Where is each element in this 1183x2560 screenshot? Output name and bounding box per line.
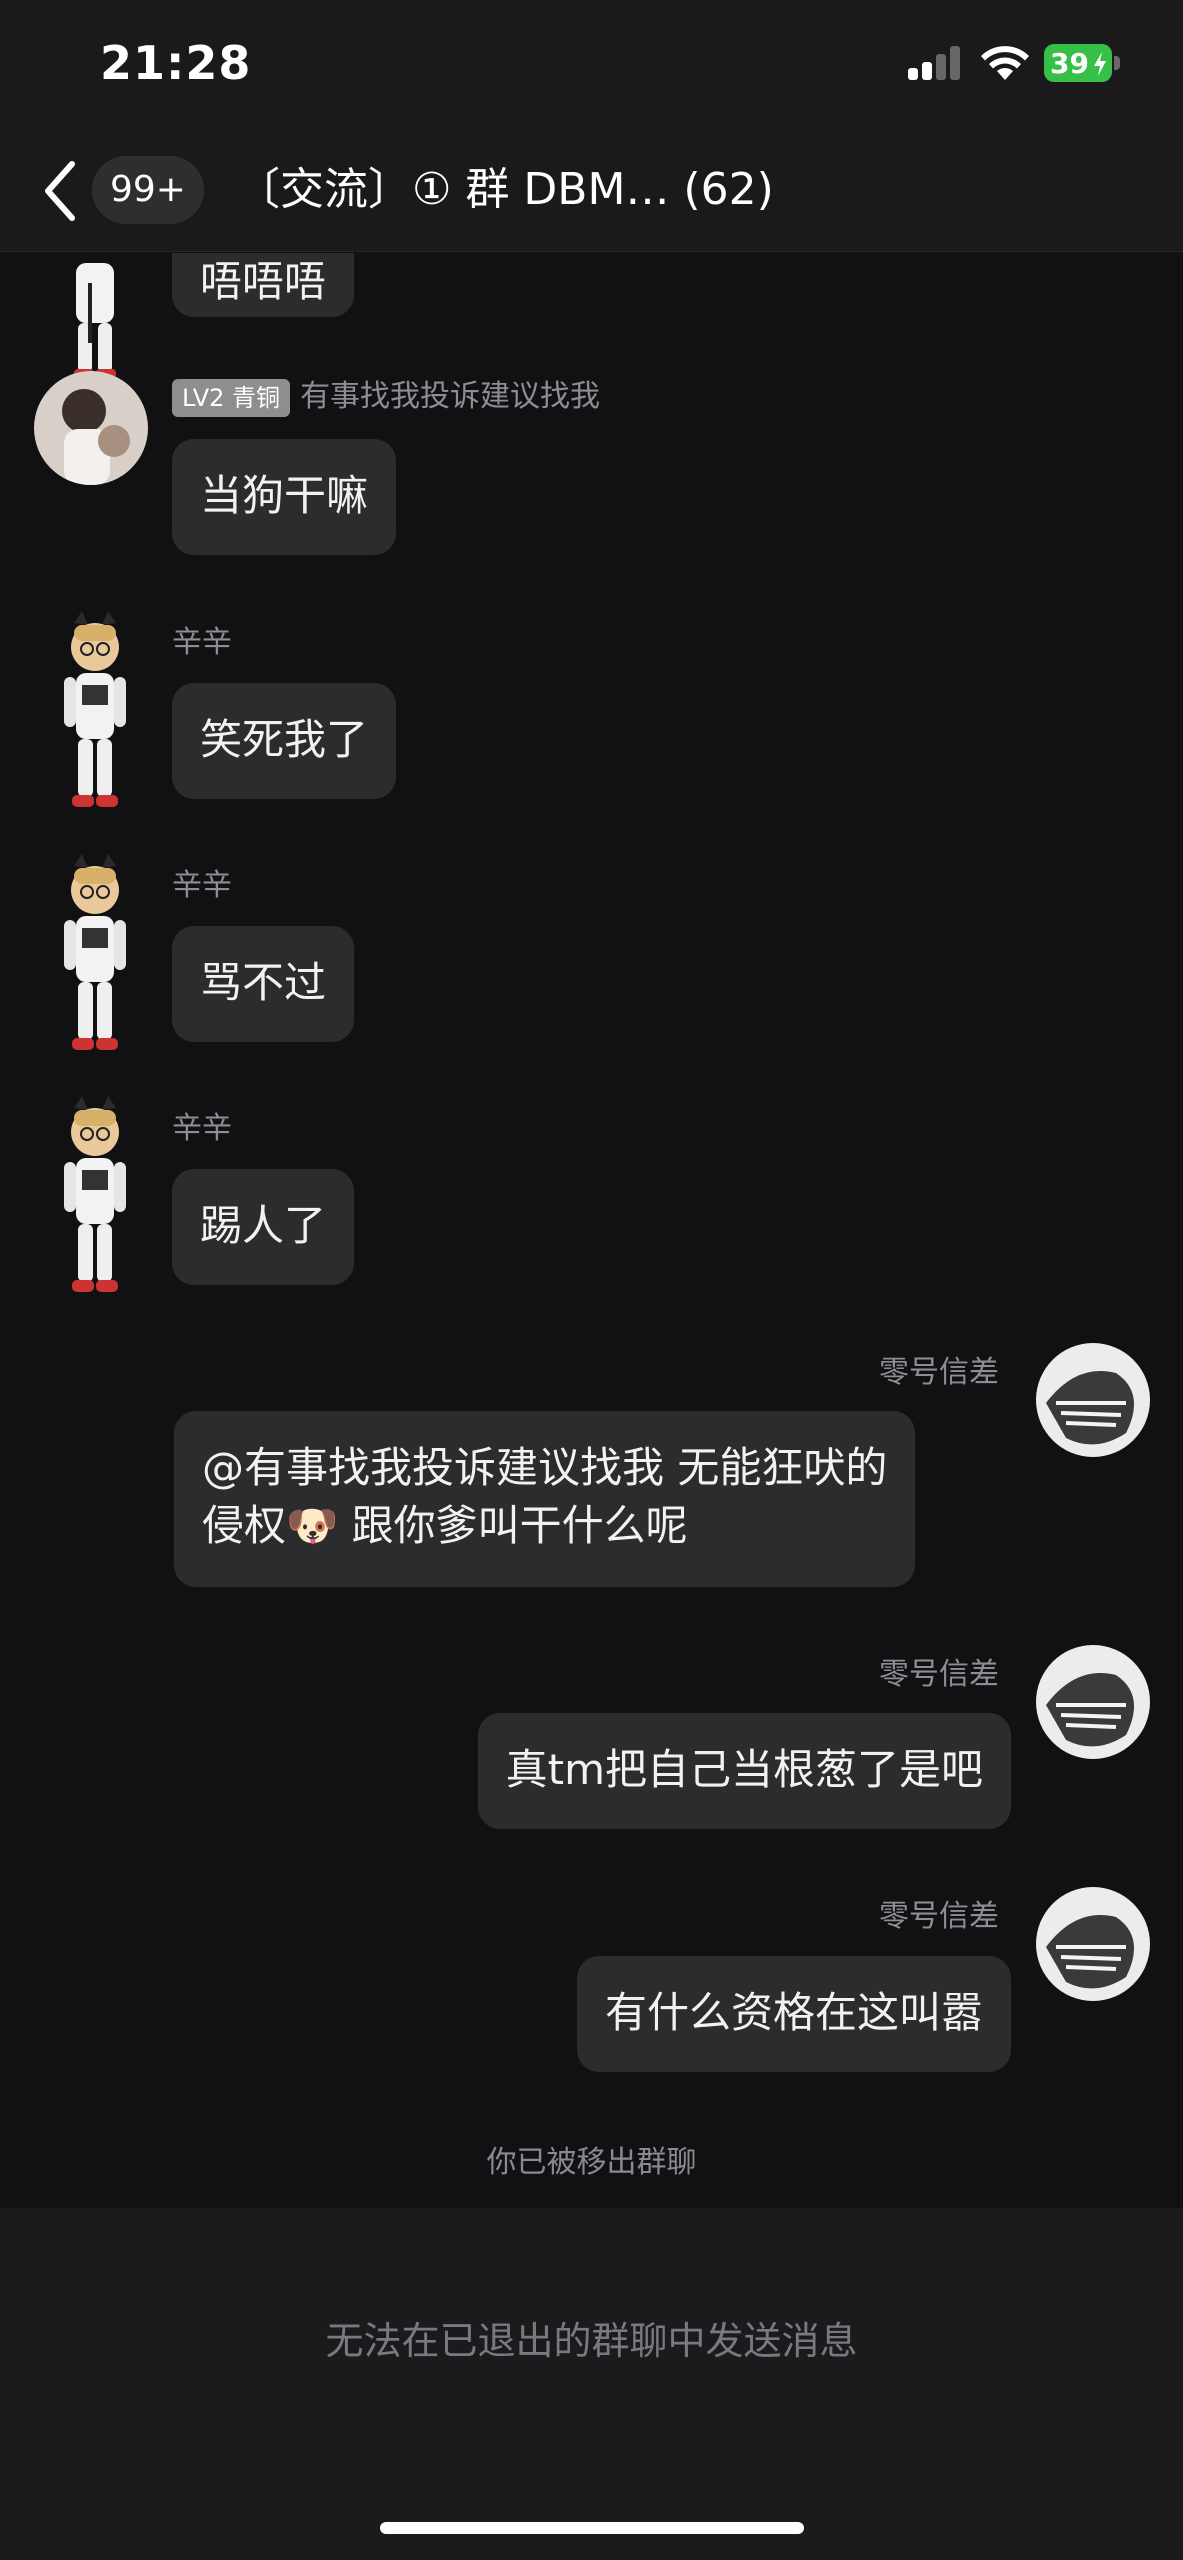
sender-name: 零号信差	[879, 1355, 999, 1390]
home-indicator[interactable]	[380, 2522, 804, 2534]
photo-avatar-icon[interactable]	[1036, 1645, 1150, 1759]
sender-name: 辛辛	[172, 1111, 232, 1146]
group-title[interactable]: 〔交流〕① 群 DBM… (62)	[236, 156, 774, 224]
status-bar: 21:28 39	[0, 0, 1183, 130]
message-line: 侵权🐶 跟你爹叫干什么呢	[202, 1501, 688, 1550]
sender-name: 零号信差	[879, 1657, 999, 1692]
sender-name: LV2 青铜 有事找我投诉建议找我	[172, 371, 600, 417]
message-line: @有事找我投诉建议找我 无能狂吠的	[202, 1443, 888, 1492]
status-time: 21:28	[100, 36, 252, 90]
wifi-icon	[981, 46, 1029, 80]
message-bubble[interactable]: 唔唔唔	[172, 253, 355, 317]
photo-avatar-icon[interactable]	[34, 371, 148, 485]
battery-icon: 39	[1044, 44, 1120, 82]
chat-header: 99+ 〔交流〕① 群 DBM… (62)	[0, 130, 1183, 252]
signal-icon	[908, 46, 962, 80]
chibi-avatar-icon[interactable]	[52, 1096, 138, 1296]
unread-count-badge[interactable]: 99+	[92, 156, 204, 224]
message-bubble[interactable]: 真tm把自己当根葱了是吧	[477, 1713, 1011, 1829]
photo-avatar-icon[interactable]	[1036, 1887, 1150, 2001]
sender-name: 辛辛	[172, 868, 232, 903]
system-notice: 你已被移出群聊	[486, 2145, 697, 2180]
message-bubble[interactable]: 当狗干嘛	[172, 439, 397, 555]
charging-bolt-icon	[1094, 52, 1106, 76]
photo-avatar-icon[interactable]	[1036, 1343, 1150, 1457]
message-bubble[interactable]: 踢人了	[172, 1169, 355, 1285]
disabled-input-message: 无法在已退出的群聊中发送消息	[325, 2319, 858, 2363]
sender-name: 零号信差	[879, 1899, 999, 1934]
message-bubble[interactable]: @有事找我投诉建议找我 无能狂吠的 侵权🐶 跟你爹叫干什么呢	[174, 1411, 916, 1587]
chibi-avatar-icon[interactable]	[52, 611, 138, 811]
message-list[interactable]: 唔唔唔 LV2 青铜 有事找我投诉建议找我 当狗干嘛 辛辛 笑死我了 辛辛 骂不…	[0, 253, 1183, 2208]
back-icon[interactable]	[40, 158, 80, 224]
sender-name: 辛辛	[172, 625, 232, 660]
message-bubble[interactable]: 有什么资格在这叫嚣	[576, 1956, 1011, 2072]
message-bubble[interactable]: 骂不过	[172, 926, 355, 1042]
level-badge: LV2 青铜	[172, 378, 291, 417]
input-bar: 无法在已退出的群聊中发送消息	[0, 2208, 1183, 2560]
chibi-avatar-icon[interactable]	[52, 854, 138, 1054]
message-bubble[interactable]: 笑死我了	[172, 683, 397, 799]
chibi-avatar-icon[interactable]	[52, 253, 138, 383]
battery-level: 39	[1050, 47, 1089, 80]
